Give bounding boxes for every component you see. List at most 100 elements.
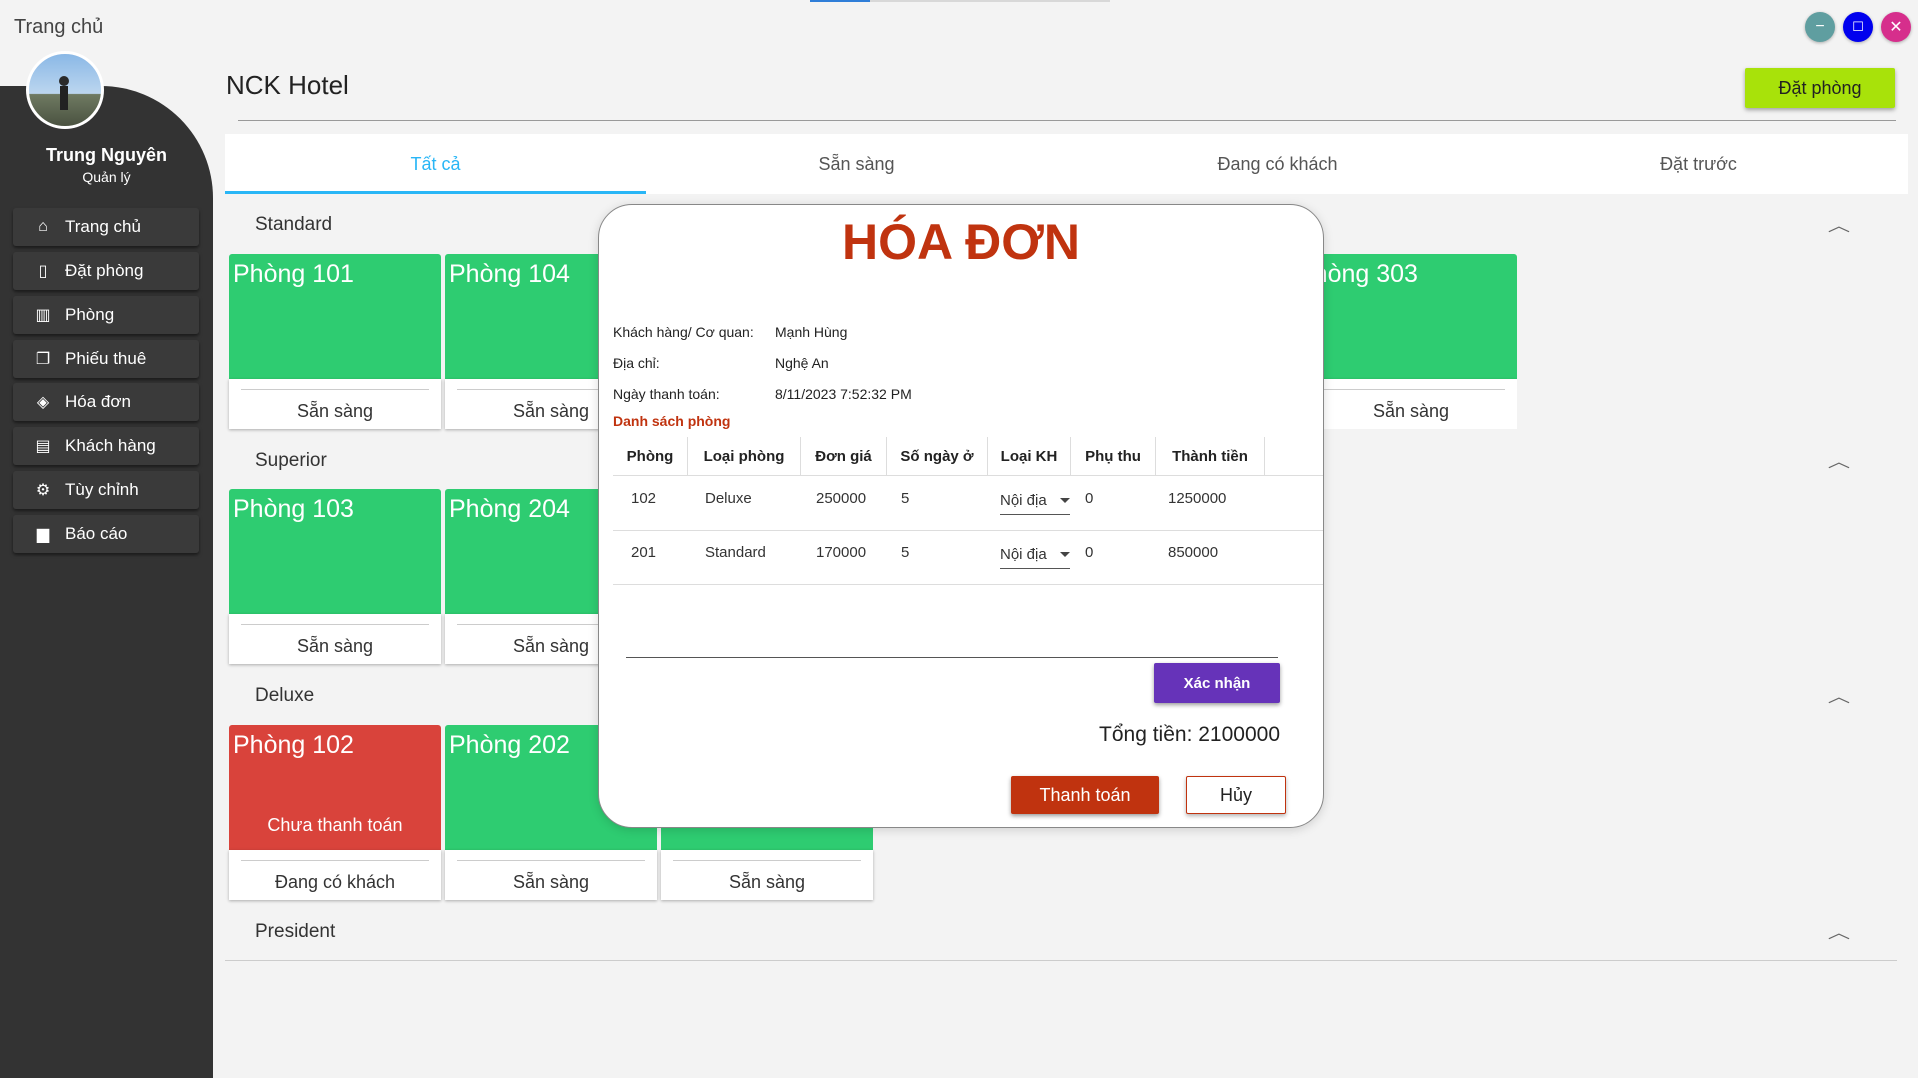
cell-room: 201 (631, 544, 657, 561)
room-status: Sẵn sàng (1372, 401, 1450, 421)
close-icon: ✕ (1889, 19, 1903, 36)
minimize-icon: − (1815, 18, 1825, 35)
room-name: Phòng 102 (233, 731, 354, 759)
tab-reserved[interactable]: Đặt trước (1488, 134, 1909, 194)
table-row[interactable]: 201 Standard 170000 5 Nội địa 0 850000 (613, 530, 1323, 585)
tab-occupied[interactable]: Đang có khách (1067, 134, 1488, 194)
room-status: Sẵn sàng (512, 872, 590, 892)
window-title: Trang chủ (14, 16, 104, 38)
avatar (26, 51, 104, 129)
sidebar-item-label: Phòng (65, 305, 115, 324)
group-label-superior: Superior (255, 450, 327, 471)
close-button[interactable]: ✕ (1881, 12, 1911, 42)
customer-type-dropdown[interactable]: Nội địa (1000, 546, 1070, 569)
total-amount: Tổng tiền: 2100000 (1099, 723, 1280, 746)
tab-available[interactable]: Sẵn sàng (646, 134, 1067, 194)
sidebar-item-khach-hang[interactable]: ▤ Khách hàng (13, 427, 199, 465)
pay-button[interactable]: Thanh toán (1011, 776, 1159, 814)
contact-card-icon: ▤ (35, 438, 51, 455)
total-divider (626, 657, 1278, 658)
collapse-standard-icon[interactable]: ︿ (1828, 212, 1850, 236)
sidebar-item-trang-chu[interactable]: ⌂ Trang chủ (13, 208, 199, 246)
column-header[interactable]: Số ngày ở (887, 437, 988, 475)
room-card[interactable]: Phòng 102 Chưa thanh toán Đang có khách (229, 725, 441, 900)
table-row[interactable]: 102 Deluxe 250000 5 Nội địa 0 1250000 (613, 476, 1323, 531)
tab-all[interactable]: Tất cả (225, 134, 646, 194)
payment-date-value: 8/11/2023 7:52:32 PM (775, 386, 912, 402)
room-name: Phòng 103 (233, 495, 354, 523)
payment-date-label: Ngày thanh toán: (613, 386, 720, 402)
column-header[interactable]: Phòng (613, 437, 688, 475)
chevron-down-icon (1060, 552, 1070, 557)
minimize-button[interactable]: − (1805, 12, 1835, 42)
collapse-deluxe-icon[interactable]: ︿ (1828, 683, 1850, 707)
cell-surcharge: 0 (1085, 544, 1094, 561)
room-name: Phòng 202 (449, 731, 570, 759)
payment-status: Chưa thanh toán (267, 815, 403, 835)
group-label-president: President (255, 921, 336, 942)
group-label-standard: Standard (255, 214, 333, 235)
user-name: Trung Nguyên (46, 145, 167, 165)
book-room-button[interactable]: Đặt phòng (1745, 68, 1895, 108)
room-card[interactable]: Phòng 103 Sẵn sàng (229, 489, 441, 664)
gear-icon: ⚙ (35, 482, 51, 499)
sidebar-item-label: Hóa đơn (65, 392, 131, 411)
sidebar-item-bao-cao[interactable]: ▆ Báo cáo (13, 515, 199, 553)
sidebar-item-label: Phiếu thuê (65, 349, 147, 368)
room-card[interactable]: Phòng 303 Sẵn sàng (1305, 254, 1517, 429)
sidebar-item-label: Khách hàng (65, 436, 156, 455)
chevron-down-icon (1060, 498, 1070, 503)
cell-price: 250000 (816, 490, 867, 507)
cell-price: 170000 (816, 544, 867, 561)
customer-label: Khách hàng/ Cơ quan: (613, 324, 754, 340)
cell-surcharge: 0 (1085, 490, 1094, 507)
customer-value: Mạnh Hùng (775, 324, 848, 340)
maximize-icon: ☐ (1852, 19, 1864, 34)
sidebar-item-tuy-chinh[interactable]: ⚙ Tùy chỉnh (13, 471, 199, 509)
room-card[interactable]: Phòng 101 Sẵn sàng (229, 254, 441, 429)
maximize-button[interactable]: ☐ (1843, 12, 1873, 42)
user-role: Quản lý (82, 169, 131, 185)
cell-room-type: Deluxe (705, 490, 752, 507)
room-status: Sẵn sàng (296, 401, 374, 421)
sidebar-item-phieu-thue[interactable]: ❐ Phiếu thuê (13, 340, 199, 378)
room-status: Đang có khách (274, 872, 396, 892)
header-divider (238, 120, 1896, 121)
home-icon: ⌂ (38, 218, 48, 235)
column-header[interactable]: Loại KH (988, 437, 1071, 475)
bar-chart-icon: ▆ (36, 526, 50, 543)
room-name: Phòng 204 (449, 495, 570, 523)
app-title: NCK Hotel (226, 70, 349, 100)
room-status: Sẵn sàng (296, 636, 374, 656)
column-header[interactable]: Thành tiền (1156, 437, 1265, 475)
collapse-superior-icon[interactable]: ︿ (1828, 448, 1850, 472)
tab-bar: Tất cả Sẵn sàng Đang có khách Đặt trước (225, 134, 1908, 194)
sidebar-item-label: Báo cáo (65, 524, 128, 543)
title-bar-accent (810, 0, 870, 2)
column-header[interactable]: Phụ thu (1071, 437, 1156, 475)
collapse-president-icon[interactable]: ︿ (1828, 919, 1850, 943)
address-value: Nghệ An (775, 355, 829, 371)
group-label-deluxe: Deluxe (255, 685, 315, 706)
room-status: Sẵn sàng (728, 872, 806, 892)
column-header[interactable]: Đơn giá (801, 437, 887, 475)
cancel-button[interactable]: Hủy (1186, 776, 1286, 814)
room-name: Phòng 104 (449, 260, 570, 288)
sidebar-item-hoa-don[interactable]: ◈ Hóa đơn (13, 383, 199, 421)
sidebar-item-label: Trang chủ (65, 217, 141, 236)
door-icon: ▯ (38, 263, 48, 280)
column-header[interactable]: Loại phòng (688, 437, 801, 475)
cell-days: 5 (901, 544, 910, 561)
room-name: Phòng 101 (233, 260, 354, 288)
dropdown-value: Nội địa (1000, 546, 1047, 563)
receipt-icon: ◈ (36, 394, 50, 411)
cell-total: 850000 (1168, 544, 1219, 561)
confirm-button[interactable]: Xác nhận (1154, 663, 1280, 703)
sidebar-item-dat-phong[interactable]: ▯ Đặt phòng (13, 252, 199, 290)
copy-icon: ❐ (35, 351, 51, 368)
scrollbar[interactable] (1897, 194, 1907, 960)
sidebar-item-phong[interactable]: ▥ Phòng (13, 296, 199, 334)
cell-days: 5 (901, 490, 910, 507)
cell-room-type: Standard (705, 544, 766, 561)
customer-type-dropdown[interactable]: Nội địa (1000, 492, 1070, 515)
